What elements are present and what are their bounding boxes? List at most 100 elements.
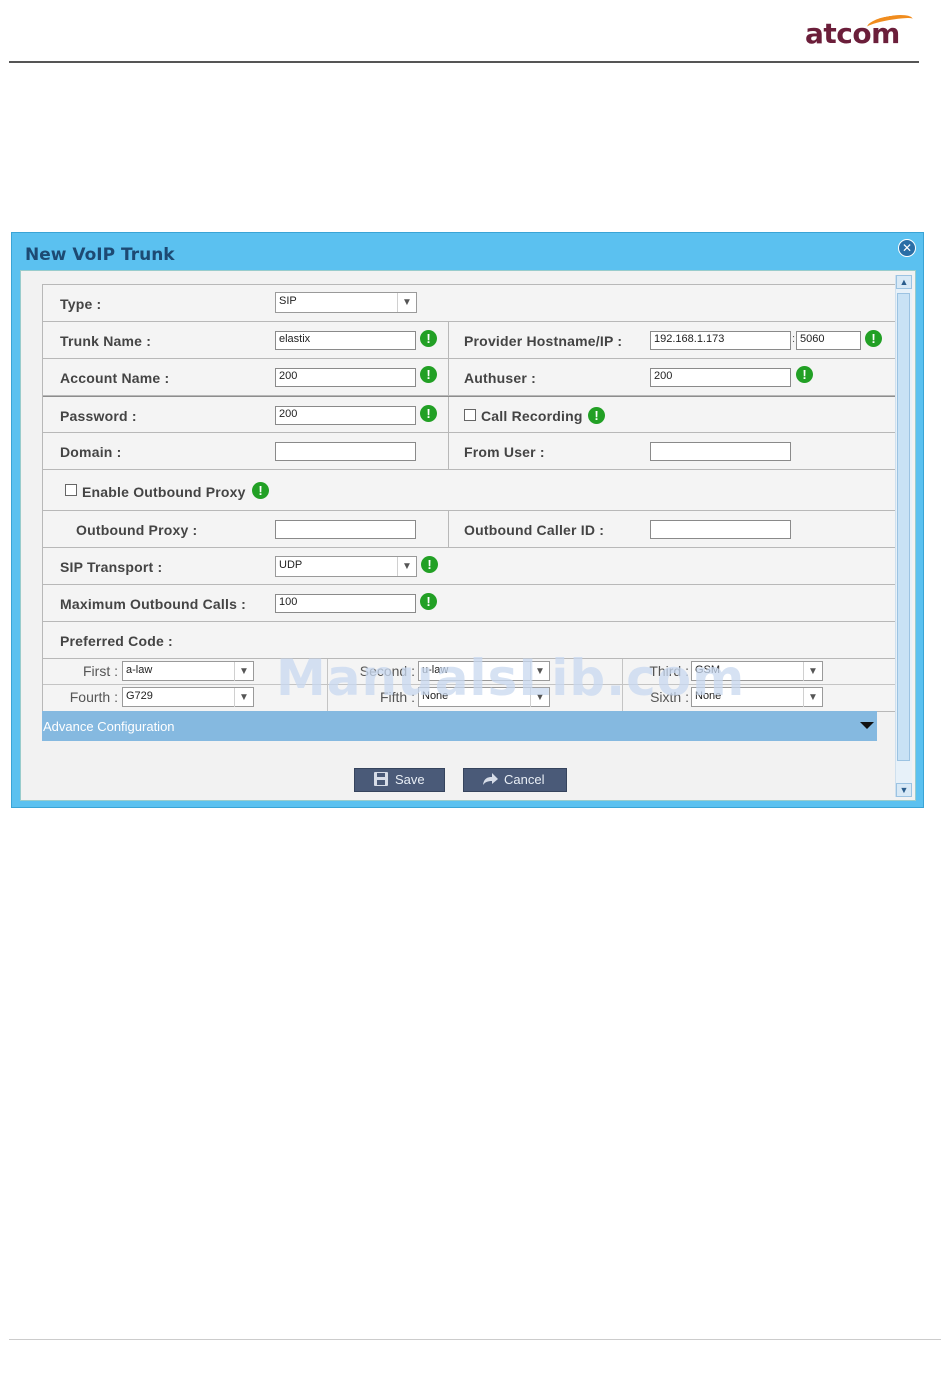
new-voip-trunk-dialog: New VoIP Trunk ✕ Type : SIP ▼ Trunk Name… xyxy=(11,232,924,808)
required-icon: ! xyxy=(420,405,437,422)
from-user-label: From User : xyxy=(464,444,545,460)
codec-sixth-label: Sixth : xyxy=(650,689,689,705)
cell-divider xyxy=(448,511,449,547)
floppy-disk-icon xyxy=(374,772,388,786)
max-outbound-calls-label: Maximum Outbound Calls : xyxy=(60,596,247,612)
domain-label: Domain : xyxy=(60,444,122,460)
password-row: Password : 200 ! Call Recording ! xyxy=(43,396,895,433)
advance-configuration-bar[interactable]: Advance Configuration xyxy=(42,711,877,741)
codec-row-1: First : a-law ▼ Second : u-law ▼ Third :… xyxy=(43,659,895,685)
codec-fourth-value: G729 xyxy=(126,690,153,702)
trunk-name-label: Trunk Name : xyxy=(60,333,152,349)
codec-fifth-value: None xyxy=(422,690,449,702)
save-label: Save xyxy=(395,772,425,787)
provider-host-input[interactable]: 192.168.1.173 xyxy=(650,331,791,350)
outbound-proxy-input[interactable] xyxy=(275,520,416,539)
password-input[interactable]: 200 xyxy=(275,406,416,425)
trunk-name-row: Trunk Name : elastix ! Provider Hostname… xyxy=(43,322,895,359)
account-name-input[interactable]: 200 xyxy=(275,368,416,387)
outbound-caller-id-input[interactable] xyxy=(650,520,791,539)
caret-down-icon xyxy=(860,722,874,729)
close-icon[interactable]: ✕ xyxy=(898,239,916,257)
enable-outbound-proxy-row: Enable Outbound Proxy ! xyxy=(43,470,895,511)
chevron-down-icon: ▼ xyxy=(530,662,549,681)
authuser-label: Authuser : xyxy=(464,370,536,386)
preferred-code-label: Preferred Code : xyxy=(60,633,173,649)
type-label: Type : xyxy=(60,296,102,312)
codec-fourth-label: Fourth : xyxy=(69,689,118,705)
dialog-title: New VoIP Trunk xyxy=(25,245,175,265)
cell-divider xyxy=(448,359,449,395)
scroll-up-icon[interactable]: ▲ xyxy=(896,275,912,289)
codec-second-select[interactable]: u-law ▼ xyxy=(418,661,550,681)
domain-input[interactable] xyxy=(275,442,416,461)
outbound-caller-id-label: Outbound Caller ID : xyxy=(464,522,605,538)
cell-divider xyxy=(448,433,449,469)
domain-row: Domain : From User : xyxy=(43,433,895,470)
sip-transport-row: SIP Transport : UDP ▼ ! xyxy=(43,548,895,585)
vertical-scrollbar[interactable]: ▲ ▼ xyxy=(895,275,912,797)
chevron-down-icon: ▼ xyxy=(803,662,822,681)
sip-transport-value: UDP xyxy=(279,559,303,571)
required-icon: ! xyxy=(420,330,437,347)
trunk-form: Type : SIP ▼ Trunk Name : elastix ! Prov… xyxy=(42,284,896,712)
cancel-button[interactable]: Cancel xyxy=(463,768,567,792)
required-icon: ! xyxy=(796,366,813,383)
preferred-code-row: Preferred Code : xyxy=(43,622,895,659)
cell-divider xyxy=(327,685,328,711)
required-icon: ! xyxy=(420,593,437,610)
call-recording-label: Call Recording xyxy=(481,408,583,424)
dialog-body: Type : SIP ▼ Trunk Name : elastix ! Prov… xyxy=(20,270,916,801)
account-name-label: Account Name : xyxy=(60,370,170,386)
codec-fifth-select[interactable]: None ▼ xyxy=(418,687,550,707)
required-icon: ! xyxy=(252,482,269,499)
outbound-proxy-label: Outbound Proxy : xyxy=(76,522,198,538)
required-icon: ! xyxy=(865,330,882,347)
codec-second-value: u-law xyxy=(422,664,449,676)
provider-port-input[interactable]: 5060 xyxy=(796,331,861,350)
scrollbar-thumb[interactable] xyxy=(897,293,910,761)
max-outbound-calls-input[interactable]: 100 xyxy=(275,594,416,613)
type-row: Type : SIP ▼ xyxy=(43,285,895,322)
sip-transport-label: SIP Transport : xyxy=(60,559,163,575)
codec-sixth-select[interactable]: None ▼ xyxy=(691,687,823,707)
codec-row-2: Fourth : G729 ▼ Fifth : None ▼ Sixth : N… xyxy=(43,685,895,711)
codec-first-value: a-law xyxy=(126,664,153,676)
atcom-logo: atcom xyxy=(805,12,915,50)
type-value: SIP xyxy=(279,295,297,307)
codec-first-label: First : xyxy=(83,663,118,679)
authuser-input[interactable]: 200 xyxy=(650,368,791,387)
port-separator: : xyxy=(792,333,796,345)
required-icon: ! xyxy=(420,366,437,383)
codec-third-select[interactable]: GSM ▼ xyxy=(691,661,823,681)
max-outbound-calls-row: Maximum Outbound Calls : 100 ! xyxy=(43,585,895,622)
password-label: Password : xyxy=(60,408,137,424)
redo-arrow-icon xyxy=(483,773,498,785)
chevron-down-icon: ▼ xyxy=(530,688,549,707)
cell-divider xyxy=(448,397,449,432)
chevron-down-icon: ▼ xyxy=(397,557,416,576)
header-divider xyxy=(9,61,919,63)
scroll-down-icon[interactable]: ▼ xyxy=(896,783,912,797)
sip-transport-select[interactable]: UDP ▼ xyxy=(275,556,417,577)
chevron-down-icon: ▼ xyxy=(803,688,822,707)
footer-divider xyxy=(9,1339,941,1340)
save-button[interactable]: Save xyxy=(354,768,445,792)
cell-divider xyxy=(327,659,328,684)
type-select[interactable]: SIP ▼ xyxy=(275,292,417,313)
cell-divider xyxy=(448,322,449,358)
chevron-down-icon: ▼ xyxy=(397,293,416,312)
codec-third-value: GSM xyxy=(695,664,721,676)
from-user-input[interactable] xyxy=(650,442,791,461)
enable-outbound-proxy-label: Enable Outbound Proxy xyxy=(82,484,246,500)
trunk-name-input[interactable]: elastix xyxy=(275,331,416,350)
call-recording-checkbox[interactable] xyxy=(464,409,476,421)
codec-first-select[interactable]: a-law ▼ xyxy=(122,661,254,681)
codec-fourth-select[interactable]: G729 ▼ xyxy=(122,687,254,707)
codec-third-label: Third : xyxy=(649,663,689,679)
enable-outbound-proxy-checkbox[interactable] xyxy=(65,484,77,496)
required-icon: ! xyxy=(588,407,605,424)
advance-configuration-label: Advance Configuration xyxy=(43,719,175,734)
required-icon: ! xyxy=(421,556,438,573)
chevron-down-icon: ▼ xyxy=(234,688,253,707)
